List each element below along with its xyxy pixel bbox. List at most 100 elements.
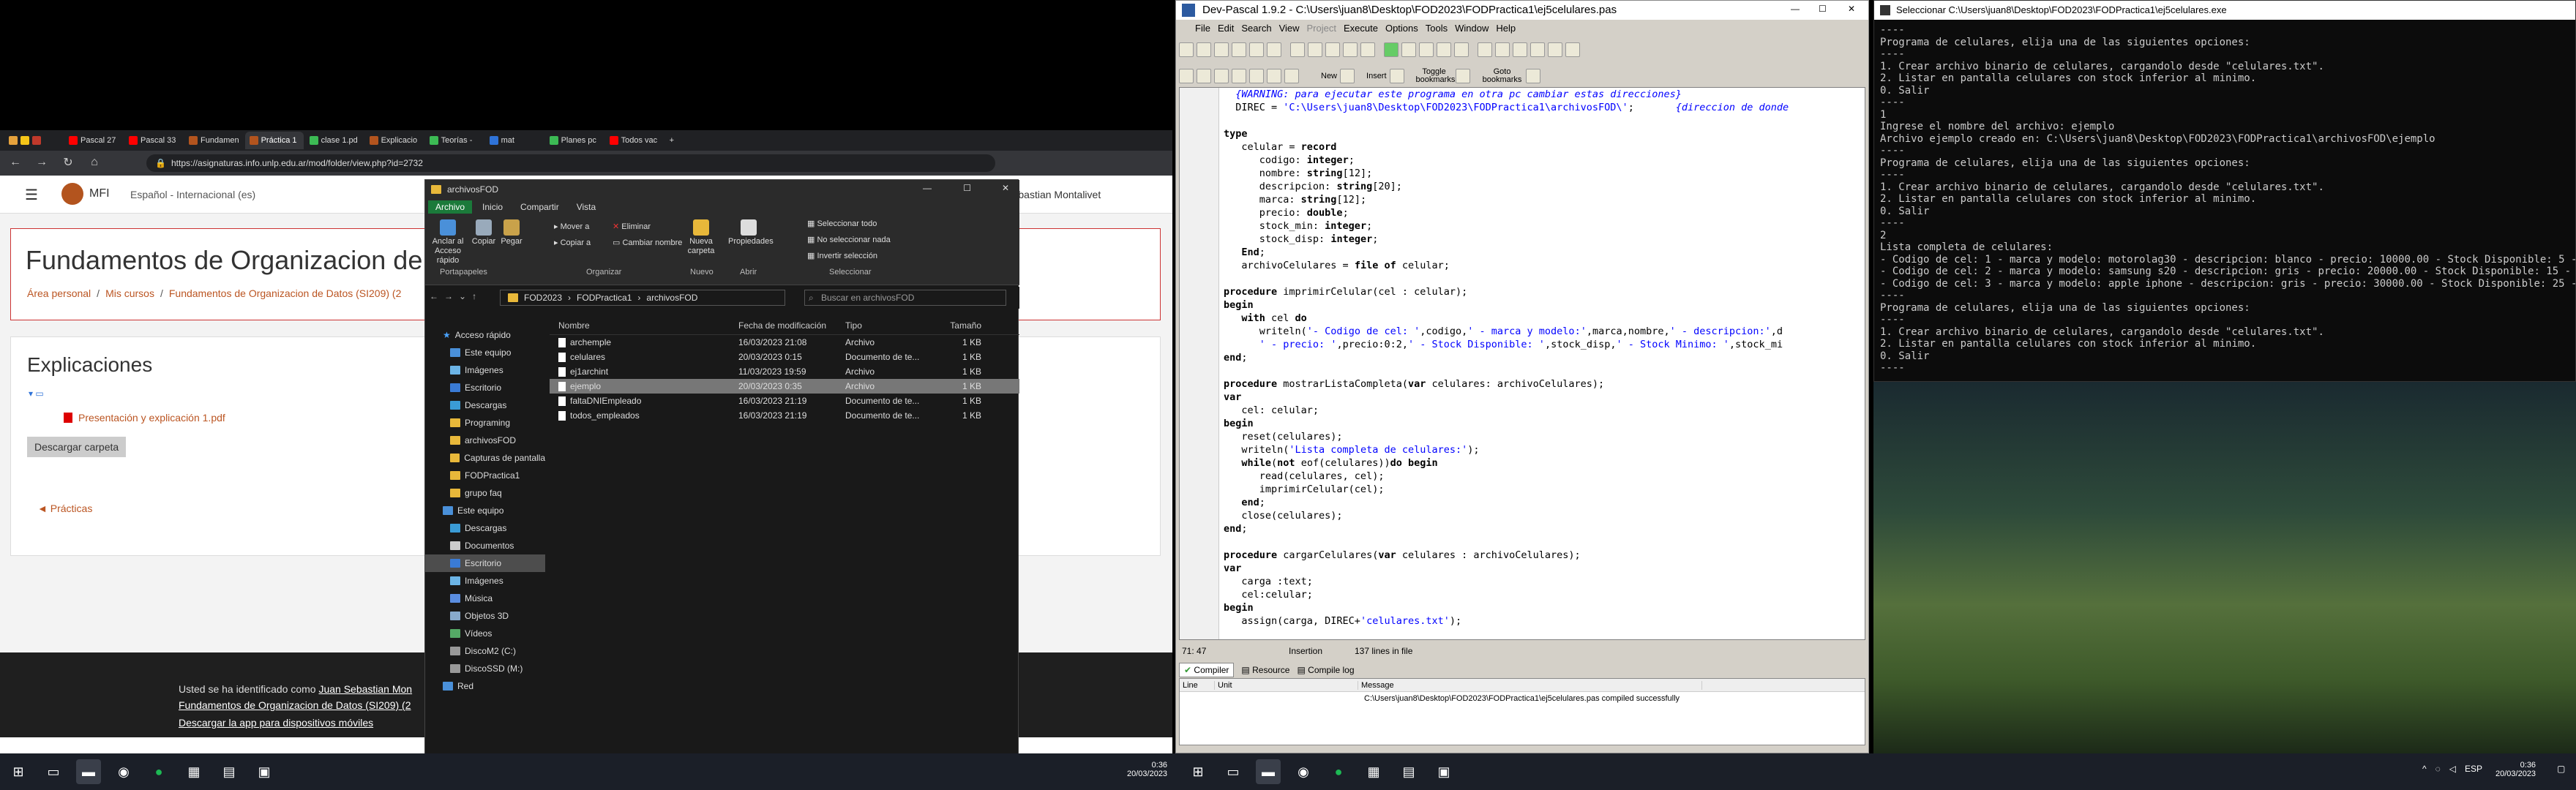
footer-course-link[interactable]: Fundamentos de Organizacion de Datos (SI… [179, 699, 411, 711]
file-row[interactable]: celulares 20/03/2023 0:15 Documento de te.… [550, 350, 1019, 364]
code-line[interactable]: var [1224, 562, 1860, 575]
class-icon[interactable] [1179, 69, 1194, 83]
nav-item[interactable]: Imágenes [425, 361, 545, 379]
nav-item[interactable]: Objetos 3D [425, 607, 545, 625]
move-to-button[interactable]: ▸ Mover a [554, 222, 589, 232]
nav-item[interactable]: Vídeos [425, 625, 545, 642]
nav-item[interactable]: Capturas de pantalla [425, 449, 545, 467]
new-icon[interactable] [1340, 69, 1355, 83]
log-column-line[interactable]: Line [1180, 680, 1215, 690]
code-line[interactable]: begin [1224, 417, 1860, 430]
nav-item[interactable]: Documentos [425, 537, 545, 554]
code-line[interactable]: reset(celulares); [1224, 430, 1860, 443]
file-row[interactable]: archemple 16/03/2023 21:08 Archivo 1 KB [550, 335, 1019, 350]
select-all-button[interactable]: ▦ Seleccionar todo [807, 219, 877, 229]
toggle-bookmarks-button[interactable]: Toggle bookmarks [1416, 68, 1456, 84]
code-area[interactable]: {WARNING: para ejecutar este programa en… [1224, 88, 1860, 628]
save-icon[interactable] [1214, 42, 1229, 57]
forward-icon[interactable]: → [444, 291, 453, 301]
new-file-icon[interactable] [1179, 42, 1194, 57]
devpascal-icon[interactable]: ▦ [1361, 759, 1386, 784]
breadcrumb-item[interactable]: Mis cursos [105, 287, 154, 299]
code-line[interactable]: celular = record [1224, 140, 1860, 154]
find-icon[interactable] [1325, 42, 1340, 57]
code-line[interactable]: close(celulares); [1224, 509, 1860, 522]
nav-item[interactable]: FODPractica1 [425, 467, 545, 484]
goto-bookmarks-button[interactable]: Goto bookmarks [1482, 68, 1523, 84]
file-row[interactable]: faltaDNIEmpleado 16/03/2023 21:19 Document… [550, 394, 1019, 408]
invert-selection-button[interactable]: ▦ Invertir selección [807, 252, 877, 261]
language-indicator[interactable]: ESP [2465, 764, 2482, 774]
notifications-icon[interactable]: ▢ [2557, 764, 2565, 774]
column-name[interactable]: Nombre [550, 320, 738, 331]
project-icon[interactable] [1478, 42, 1492, 57]
nav-item[interactable]: Música [425, 590, 545, 607]
tab-6[interactable]: Teorías - [425, 132, 484, 149]
ribbon-tab-inicio[interactable]: Inicio [475, 200, 510, 214]
start-icon[interactable]: ⊞ [1186, 759, 1210, 784]
chevron-down-icon[interactable]: ⌄ [459, 291, 466, 301]
tab-7[interactable]: mat [485, 132, 544, 149]
column-type[interactable]: Tipo [845, 320, 930, 331]
code-line[interactable] [1224, 114, 1860, 127]
file-row[interactable]: ej1archint 11/03/2023 19:59 Archivo 1 KB [550, 364, 1019, 379]
options-icon[interactable] [1530, 42, 1545, 57]
tab-1[interactable]: Pascal 33 [124, 132, 183, 149]
forward-icon[interactable]: → [31, 156, 53, 169]
spotify-icon[interactable]: ● [146, 759, 171, 784]
code-line[interactable]: imprimirCelular(cel); [1224, 483, 1860, 496]
tab-8[interactable]: Planes pc [545, 132, 604, 149]
tab-compile-log[interactable]: ▤ Compile log [1297, 665, 1354, 675]
maximize-icon[interactable]: ☐ [1819, 4, 1827, 14]
file-row[interactable]: todos_empleados 16/03/2023 21:19 Documento… [550, 408, 1019, 423]
file-row-selected[interactable]: ejemplo 20/03/2023 0:35 Archivo 1 KB [550, 379, 1019, 394]
run-icon[interactable] [1401, 42, 1416, 57]
path-segment[interactable]: FODPractica1 [577, 290, 632, 305]
nav-item[interactable]: grupo faq [425, 484, 545, 502]
goto-bookmark-icon[interactable] [1525, 69, 1540, 83]
file-explorer-icon[interactable]: ▬ [76, 759, 101, 784]
stop-icon[interactable] [1565, 42, 1580, 57]
copy-button[interactable]: Copiar [471, 219, 497, 247]
nav-item-selected[interactable]: Escritorio [425, 554, 545, 572]
nav-item[interactable]: Descargas [425, 519, 545, 537]
menu-tools[interactable]: Tools [1426, 23, 1448, 34]
mobile-app-link[interactable]: Descargar la app para dispositivos móvil… [179, 717, 373, 729]
about-icon[interactable] [1284, 69, 1299, 83]
insert-icon[interactable] [1389, 69, 1404, 83]
rebuild-icon[interactable] [1437, 42, 1451, 57]
notepad-icon[interactable]: ▤ [1396, 759, 1421, 784]
nav-network[interactable]: Red [425, 677, 545, 695]
code-line[interactable]: begin [1224, 298, 1860, 312]
nav-item[interactable]: DiscoSSD (M:) [425, 660, 545, 677]
edge-icon[interactable]: ◉ [1291, 759, 1316, 784]
nav-item[interactable]: DiscoM2 (C:) [425, 642, 545, 660]
print-icon[interactable] [1267, 42, 1281, 57]
user-link[interactable]: Juan Sebastian Mon [318, 683, 412, 695]
code-line[interactable]: end; [1224, 522, 1860, 535]
path-bar[interactable]: FOD2023 › FODPractica1 › archivosFOD [500, 290, 785, 306]
code-line[interactable]: archivoCelulares = file of celular; [1224, 259, 1860, 272]
code-line[interactable]: cel:celular; [1224, 588, 1860, 601]
goto-icon[interactable] [1360, 42, 1375, 57]
code-line[interactable]: read(celulares, cel); [1224, 470, 1860, 483]
code-line[interactable]: codigo: integer; [1224, 154, 1860, 167]
code-line[interactable]: precio: double; [1224, 206, 1860, 219]
tab-4[interactable]: clase 1.pd [305, 132, 364, 149]
task-view-icon[interactable]: ▭ [1221, 759, 1246, 784]
ribbon-tab-compartir[interactable]: Compartir [513, 200, 566, 214]
back-icon[interactable]: ← [4, 156, 26, 169]
download-folder-button[interactable]: Descargar carpeta [27, 437, 127, 457]
breadcrumb-item[interactable]: Área personal [27, 287, 91, 299]
nav-item[interactable]: archivosFOD [425, 432, 545, 449]
nav-item[interactable]: Programing [425, 414, 545, 432]
tab-5[interactable]: Explicacio [365, 132, 424, 149]
folder-icon[interactable]: ▾ ▭ [29, 388, 44, 399]
list-icon[interactable] [1232, 69, 1246, 83]
menu-options[interactable]: Options [1385, 23, 1418, 34]
task-view-icon[interactable]: ▭ [41, 759, 66, 784]
replace-icon[interactable] [1343, 42, 1358, 57]
up-icon[interactable]: ↑ [472, 291, 476, 301]
column-date[interactable]: Fecha de modificación [738, 320, 845, 331]
tools-icon[interactable] [1548, 42, 1562, 57]
